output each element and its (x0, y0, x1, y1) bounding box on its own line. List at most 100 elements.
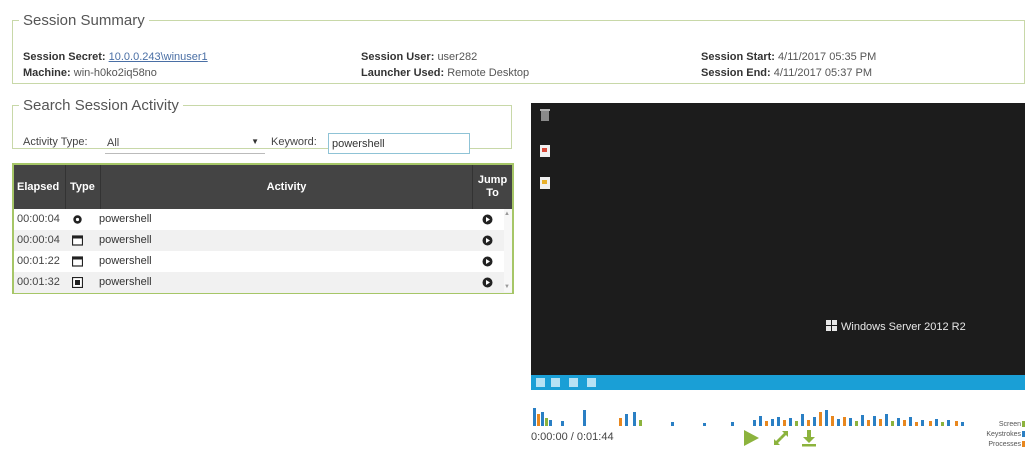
desktop-file-icon (540, 177, 550, 189)
timeline-bar (561, 421, 564, 426)
session-end-label: Session End: (701, 67, 771, 79)
session-secret-link[interactable]: 10.0.0.243\winuser1 (109, 51, 208, 63)
scroll-up-icon[interactable]: ▲ (504, 211, 510, 217)
timeline-bar (849, 418, 852, 426)
keyword-label: Keyword: (271, 136, 317, 148)
timeline-bar (867, 420, 870, 426)
activity-cell: powershell (99, 213, 152, 225)
jump-to-play-icon[interactable] (482, 235, 493, 246)
taskbar-app-icon (551, 378, 560, 387)
table-row[interactable]: 00:01:22 powershell (14, 251, 512, 272)
activity-type-select[interactable]: All ▼ (105, 134, 265, 154)
jump-to-play-icon[interactable] (482, 277, 493, 288)
machine-value: win-h0ko2iq58no (73, 67, 157, 79)
elapsed-cell: 00:00:04 (17, 234, 60, 246)
activity-type-value: All (107, 137, 120, 149)
timeline-bar (759, 416, 762, 426)
timeline-bar (753, 420, 756, 426)
timeline-bar (831, 416, 834, 426)
session-start-value: 4/11/2017 05:35 PM (778, 51, 877, 63)
table-row[interactable]: 00:00:04 powershell (14, 230, 512, 251)
timeline-bar (935, 419, 938, 426)
timeline-bar (941, 422, 944, 426)
timeline-bar (891, 421, 894, 426)
legend-processes: Processes (976, 440, 1025, 450)
keyword-input[interactable] (328, 133, 470, 154)
legend-keystrokes: Keystrokes (976, 430, 1025, 440)
timeline-bar (639, 420, 642, 426)
header-type[interactable]: Type (66, 165, 101, 209)
session-summary-panel: Session Summary Session Secret: 10.0.0.2… (12, 12, 1025, 84)
session-end-value: 4/11/2017 05:37 PM (773, 67, 873, 79)
timeline-bar (583, 410, 586, 426)
window-icon (72, 256, 83, 267)
timeline-bar (771, 419, 774, 426)
timeline-bar (777, 417, 780, 426)
timeline-bar (825, 410, 828, 426)
timeline-bar (765, 421, 768, 426)
remote-taskbar (531, 375, 1025, 390)
timeline-bar (955, 421, 958, 426)
session-playback-screen[interactable]: Windows Server 2012 R2 (531, 103, 1025, 390)
launcher-label: Launcher Used: (361, 67, 445, 79)
scroll-down-icon[interactable]: ▼ (504, 284, 510, 290)
timeline-bar (783, 420, 786, 426)
summary-column-1: Session Secret: 10.0.0.243\winuser1 Mach… (23, 49, 208, 81)
timeline-bar (885, 414, 888, 426)
timeline-bar (625, 414, 628, 426)
taskbar-app-icon (587, 378, 596, 387)
table-scrollbar[interactable]: ▲ ▼ (504, 209, 512, 292)
timeline-legend: Screen Keystrokes Processes (976, 420, 1025, 450)
table-row[interactable]: 00:00:04 powershell (14, 209, 512, 230)
timeline-bar (633, 412, 636, 426)
window-icon (72, 235, 83, 246)
table-header: Elapsed Type Activity Jump To (14, 165, 512, 209)
jump-to-play-icon[interactable] (482, 214, 493, 225)
machine-label: Machine: (23, 67, 71, 79)
timeline-bar (947, 420, 950, 426)
timeline-bar (813, 417, 816, 426)
session-start-label: Session Start: (701, 51, 775, 63)
timeline-bar (795, 421, 798, 426)
header-elapsed[interactable]: Elapsed (14, 165, 66, 209)
timeline-bar (929, 421, 932, 426)
search-activity-legend: Search Session Activity (23, 97, 179, 114)
timeline-bar (671, 422, 674, 426)
activity-cell: powershell (99, 255, 152, 267)
activity-timeline[interactable] (531, 396, 971, 426)
legend-screen: Screen (976, 420, 1025, 430)
download-icon[interactable] (800, 429, 818, 447)
gear-icon (73, 215, 82, 224)
header-activity[interactable]: Activity (101, 165, 473, 209)
start-icon (536, 378, 545, 387)
timeline-bar (807, 420, 810, 426)
timeline-bar (549, 420, 552, 426)
summary-column-2: Session User: user282 Launcher Used: Rem… (361, 49, 529, 81)
table-row[interactable]: 00:01:32 powershell (14, 272, 512, 293)
taskbar-app-icon (569, 378, 578, 387)
play-icon[interactable] (742, 429, 760, 447)
timeline-bar (789, 418, 792, 426)
jump-to-play-icon[interactable] (482, 256, 493, 267)
timeline-bar (731, 422, 734, 426)
elapsed-cell: 00:00:04 (17, 213, 60, 225)
timeline-bar (537, 414, 540, 426)
summary-column-3: Session Start: 4/11/2017 05:35 PM Sessio… (701, 49, 876, 81)
windows-logo-icon (826, 320, 837, 331)
session-user-value: user282 (437, 51, 478, 63)
elapsed-cell: 00:01:22 (17, 255, 60, 267)
timeline-bar (843, 417, 846, 426)
close-box-icon (72, 277, 83, 288)
playback-time: 0:00:00 / 0:01:44 (531, 431, 614, 443)
timeline-bar (837, 419, 840, 426)
timeline-bar (703, 423, 706, 426)
timeline-bar (903, 420, 906, 426)
timeline-bar (873, 416, 876, 426)
timeline-bar (915, 422, 918, 426)
session-secret-label: Session Secret: (23, 51, 106, 63)
header-jump-to[interactable]: Jump To (473, 165, 512, 209)
fullscreen-icon[interactable] (772, 429, 790, 447)
session-user-label: Session User: (361, 51, 435, 63)
desktop-file-icon (540, 145, 550, 157)
timeline-bar (533, 408, 536, 426)
